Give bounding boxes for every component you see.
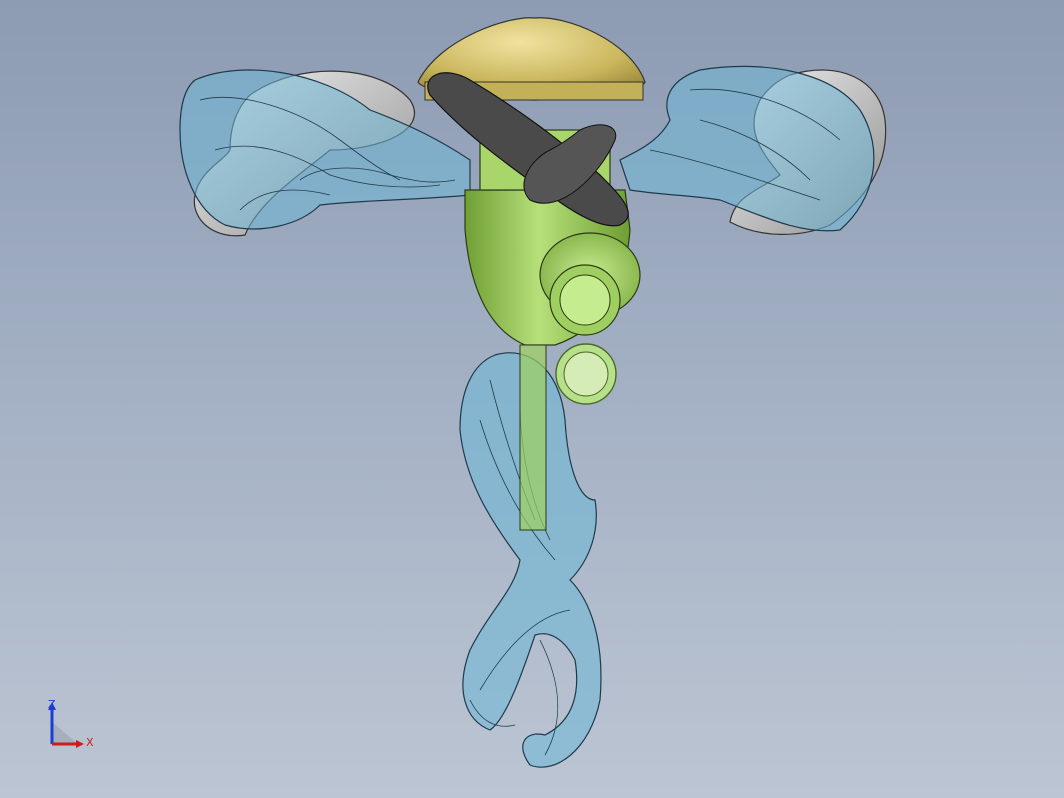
- x-axis-label: X: [86, 736, 94, 749]
- graphics-viewport[interactable]: Z X: [0, 0, 1064, 798]
- 3d-model-canvas[interactable]: [0, 0, 1064, 798]
- axis-triad: Z X: [48, 698, 94, 749]
- shaft: [519, 344, 547, 531]
- side-port: [539, 232, 641, 405]
- transparent-blade-right: [619, 65, 875, 232]
- z-axis-label: Z: [48, 698, 56, 711]
